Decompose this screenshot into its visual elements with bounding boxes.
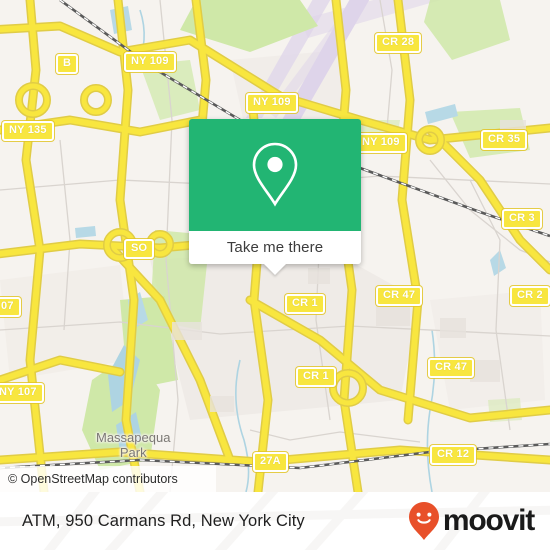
road-shield: 27A <box>253 452 288 472</box>
popup-header <box>189 119 361 231</box>
road-shield: B <box>56 54 79 74</box>
map-attribution: © OpenStreetMap contributors <box>0 466 216 492</box>
road-shield: 07 <box>0 297 21 317</box>
road-shield: NY 109 <box>246 93 298 113</box>
map-pin-icon <box>252 142 298 207</box>
road-shield: CR 12 <box>430 445 477 465</box>
road-shield: CR 47 <box>428 358 475 378</box>
popup-tail-pointer <box>264 264 286 275</box>
road-shield: NY 107 <box>0 383 44 403</box>
road-shield: CR 1 <box>285 294 325 314</box>
road-shield: CR 2 <box>510 286 550 306</box>
take-me-there-button[interactable]: Take me there <box>227 239 323 256</box>
road-shield: NY 109 <box>355 133 407 153</box>
road-shield: CR 47 <box>376 286 423 306</box>
moovit-logo[interactable]: moovit <box>407 501 535 541</box>
attribution-text: © OpenStreetMap contributors <box>8 472 178 486</box>
road-shield: CR 3 <box>502 209 542 229</box>
road-shield: CR 28 <box>375 33 422 53</box>
road-shield: NY 135 <box>2 121 54 141</box>
moovit-smiley-pin-icon <box>408 502 439 540</box>
location-popup-card[interactable]: Take me there <box>189 119 361 275</box>
road-shield: SO <box>124 239 155 259</box>
road-shield: NY 109 <box>124 52 176 72</box>
page-title: ATM, 950 Carmans Rd, New York City <box>22 511 305 530</box>
road-shield: CR 1 <box>296 367 336 387</box>
footer-bar: ATM, 950 Carmans Rd, New York City moovi… <box>0 492 550 550</box>
brand-name: moovit <box>442 504 535 537</box>
map-screenshot: B NY 109 NY 109 NY 109 NY 135 CR 28 CR 35 CR 3 C… <box>0 0 550 550</box>
popup-footer[interactable]: Take me there <box>189 231 361 275</box>
map-canvas[interactable]: B NY 109 NY 109 NY 109 NY 135 CR 28 CR 35 CR 3 C… <box>0 0 550 492</box>
road-shield: CR 35 <box>481 130 528 150</box>
